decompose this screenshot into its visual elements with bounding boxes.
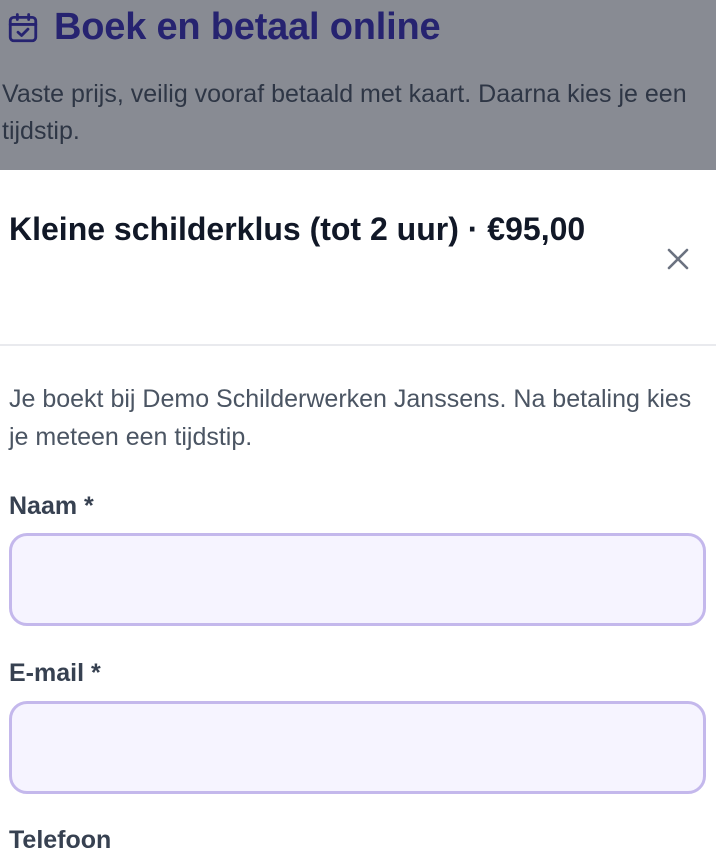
close-icon <box>667 248 689 270</box>
name-field-label: Naam * <box>9 492 94 520</box>
email-field-label: E-mail * <box>9 659 101 687</box>
close-button[interactable] <box>660 241 696 277</box>
email-field[interactable] <box>9 701 706 794</box>
booking-modal: Kleine schilderklus (tot 2 uur) · €95,00… <box>0 170 716 850</box>
name-field[interactable] <box>9 533 706 626</box>
modal-header: Kleine schilderklus (tot 2 uur) · €95,00 <box>0 170 716 346</box>
booking-intro-text: Je boekt bij Demo Schilderwerken Janssen… <box>9 385 692 451</box>
modal-title: Kleine schilderklus (tot 2 uur) · €95,00 <box>9 211 586 247</box>
phone-field-label: Telefoon <box>9 826 112 850</box>
